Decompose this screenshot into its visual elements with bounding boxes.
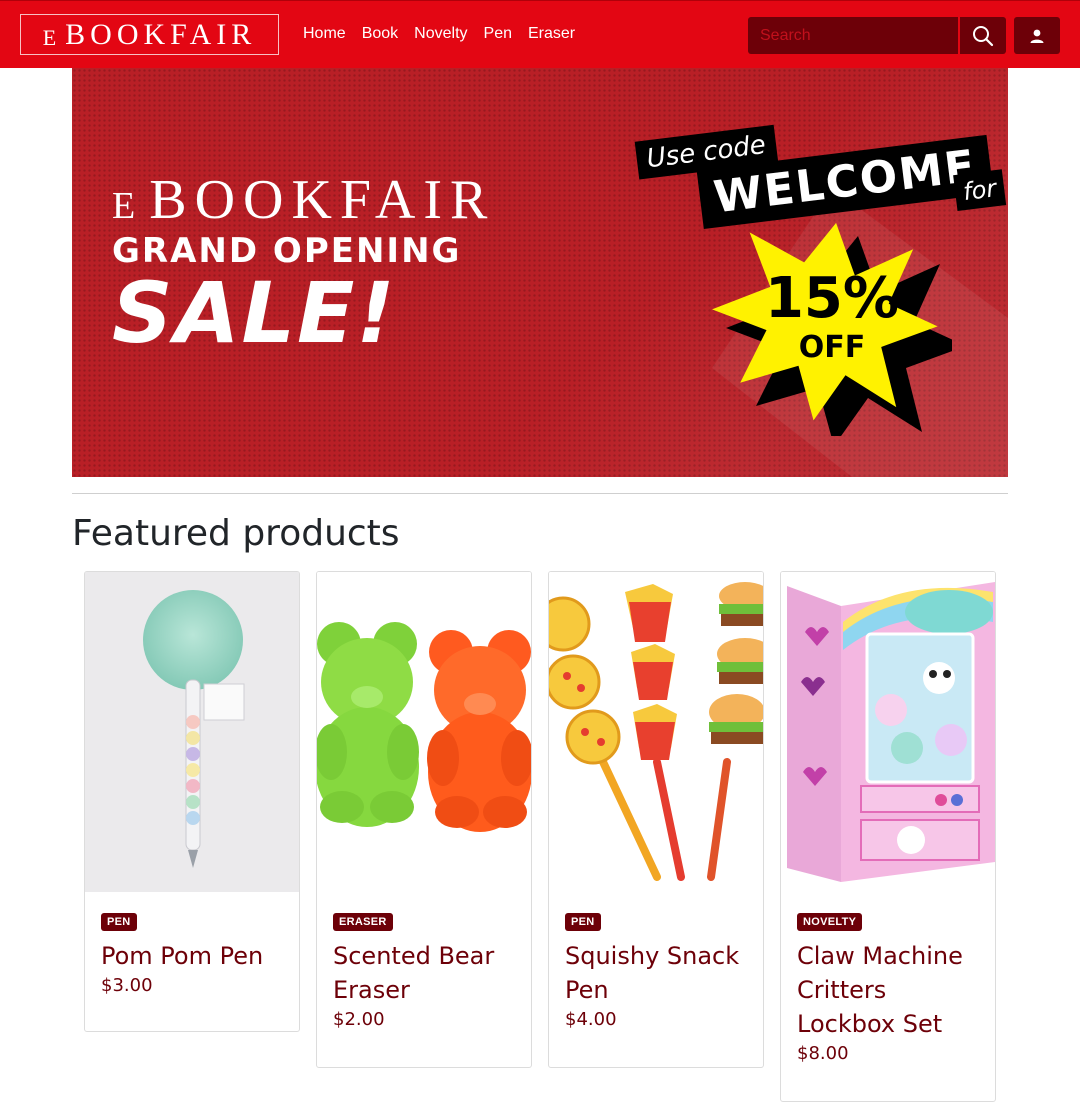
category-badge[interactable]: PEN (565, 913, 601, 931)
discount-off-label: OFF (798, 330, 866, 365)
nav-link-pen[interactable]: Pen (484, 25, 512, 43)
product-card-claw-machine-critters[interactable]: NOVELTY Claw Machine Critters Lockbox Se… (780, 571, 996, 1102)
category-badge[interactable]: PEN (101, 913, 137, 931)
brand-logo-big: BOOKFAIR (65, 17, 257, 51)
brand-logo-small: E (42, 24, 62, 50)
product-image-pom-pom-pen (85, 572, 299, 892)
banner-brand-small: E (112, 185, 144, 227)
product-card-body: PEN Pom Pom Pen $3.00 (85, 892, 299, 1016)
product-card-squishy-snack-pen[interactable]: PEN Squishy Snack Pen $4.00 (548, 571, 764, 1068)
brand-logo[interactable]: E BOOKFAIR (20, 14, 279, 55)
banner-brand-big: BOOKFAIR (149, 169, 496, 231)
product-price: $3.00 (101, 975, 153, 996)
product-card-body: ERASER Scented Bear Eraser $2.00 (317, 892, 531, 1050)
nav-link-eraser[interactable]: Eraser (528, 25, 575, 43)
nav-links: Home Book Novelty Pen Eraser (303, 25, 591, 43)
product-card-body: PEN Squishy Snack Pen $4.00 (549, 892, 763, 1050)
product-card-body: NOVELTY Claw Machine Critters Lockbox Se… (781, 892, 995, 1084)
product-image-squishy-snack-pen (549, 572, 763, 892)
featured-products-title: Featured products (72, 513, 400, 554)
top-navbar: E BOOKFAIR Home Book Novelty Pen Eraser (0, 0, 1080, 68)
nav-link-book[interactable]: Book (362, 25, 398, 43)
category-badge[interactable]: ERASER (333, 913, 393, 931)
account-button[interactable] (1014, 17, 1060, 54)
product-card-scented-bear-eraser[interactable]: ERASER Scented Bear Eraser $2.00 (316, 571, 532, 1068)
search-input[interactable] (748, 17, 958, 54)
product-card-pom-pom-pen[interactable]: PEN Pom Pom Pen $3.00 (84, 571, 300, 1032)
discount-percent: 15% (764, 266, 900, 331)
search-button[interactable] (960, 17, 1006, 54)
nav-link-home[interactable]: Home (303, 25, 346, 43)
section-divider (72, 493, 1008, 494)
promo-for-label: for (953, 169, 1007, 212)
product-image-claw-machine-critters (781, 572, 995, 892)
category-badge[interactable]: NOVELTY (797, 913, 863, 931)
product-price: $4.00 (565, 1009, 617, 1030)
banner-headline: SALE! (112, 264, 397, 362)
product-price: $8.00 (797, 1043, 849, 1064)
product-title[interactable]: Pom Pom Pen (101, 939, 283, 973)
product-title[interactable]: Scented Bear Eraser (333, 939, 515, 1007)
product-title[interactable]: Squishy Snack Pen (565, 939, 747, 1007)
nav-link-novelty[interactable]: Novelty (414, 25, 467, 43)
product-price: $2.00 (333, 1009, 385, 1030)
banner-brand: E BOOKFAIR (112, 168, 495, 232)
product-image-scented-bear-eraser (317, 572, 531, 892)
search-icon (973, 25, 994, 46)
user-icon (1030, 29, 1044, 43)
promo-banner[interactable]: E BOOKFAIR GRAND OPENING SALE! Use code W… (72, 68, 1008, 477)
product-title[interactable]: Claw Machine Critters Lockbox Set (797, 939, 979, 1041)
